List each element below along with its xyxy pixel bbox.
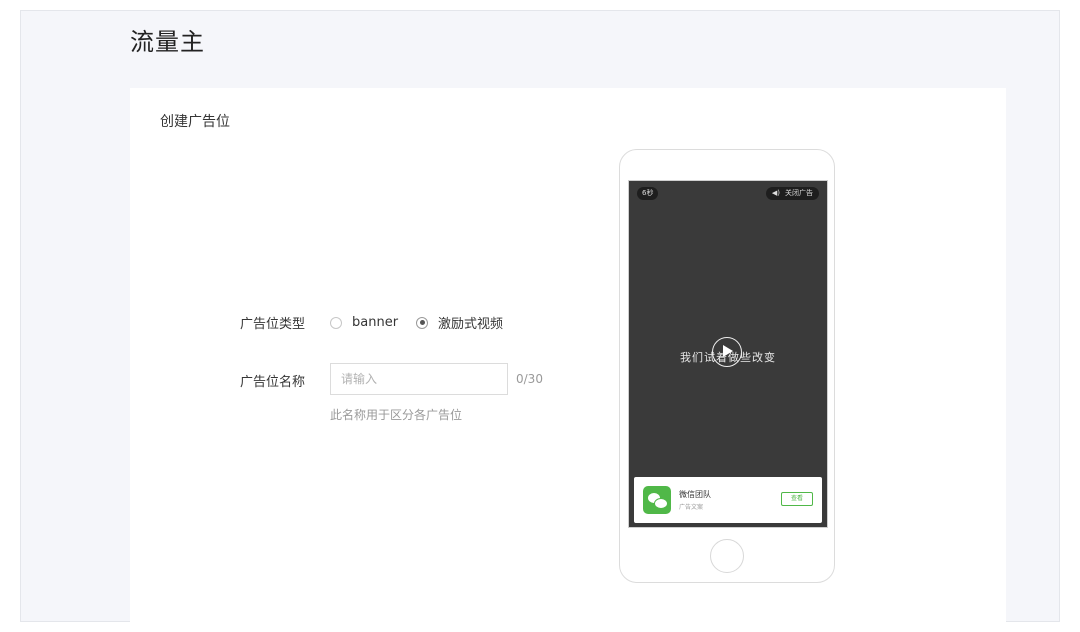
ad-name-input[interactable] <box>330 363 508 395</box>
phone-preview: 6秒 ◀) 关闭广告 我们试着做些改变 微信团队 广告文案 查看 <box>619 149 835 583</box>
ad-info-bar: 微信团队 广告文案 查看 <box>634 477 822 523</box>
phone-screen: 6秒 ◀) 关闭广告 我们试着做些改变 微信团队 广告文案 查看 <box>628 180 828 528</box>
ad-type-radio-group: banner 激励式视频 <box>330 313 521 332</box>
wechat-icon <box>643 486 671 514</box>
ad-copy-text: 广告文案 <box>679 504 704 511</box>
radio-banner-label: banner <box>352 315 399 330</box>
close-ad-button[interactable]: ◀) 关闭广告 <box>765 187 819 200</box>
card-title: 创建广告位 <box>160 114 230 130</box>
radio-rewarded-video-label: 激励式视频 <box>438 317 504 332</box>
home-button-icon <box>710 539 744 573</box>
play-icon[interactable] <box>712 337 742 367</box>
page-title: 流量主 <box>130 28 205 56</box>
ad-name-hint: 此名称用于区分各广告位 <box>330 408 463 422</box>
radio-rewarded-video-circle[interactable] <box>416 316 429 329</box>
radio-banner[interactable]: banner <box>330 315 398 330</box>
ad-name-label: 广告位名称 <box>240 375 306 390</box>
close-ad-label: 关闭广告 <box>785 189 813 197</box>
ad-advertiser-name: 微信团队 <box>679 490 711 499</box>
speaker-icon[interactable]: ◀) <box>772 187 780 200</box>
radio-rewarded-video[interactable]: 激励式视频 <box>416 313 503 332</box>
radio-banner-circle[interactable] <box>330 316 342 329</box>
view-ad-button[interactable]: 查看 <box>781 492 813 506</box>
ad-type-label: 广告位类型 <box>240 317 306 332</box>
ad-name-counter: 0/30 <box>516 372 543 386</box>
create-ad-slot-card: 创建广告位 广告位类型 banner 激励式视频 广告位名称 0/30 此名称用… <box>130 88 1006 622</box>
countdown-timer: 6秒 <box>637 187 659 200</box>
